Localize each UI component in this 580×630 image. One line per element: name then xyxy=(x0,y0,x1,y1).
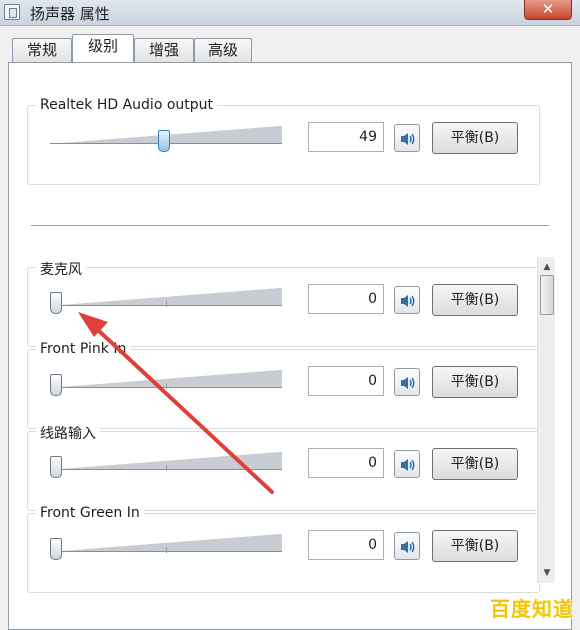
scroll-up-arrow[interactable]: ▲ xyxy=(538,259,556,275)
window-title: 扬声器 属性 xyxy=(30,5,110,23)
front-pink-in-balance-button[interactable]: 平衡(B) xyxy=(432,366,518,398)
front-pink-in-mute-button[interactable] xyxy=(394,368,420,396)
input-label: Front Pink In xyxy=(36,341,131,357)
tab-enhancements[interactable]: 增强 xyxy=(134,38,194,62)
scroll-down-arrow[interactable]: ▼ xyxy=(538,565,556,581)
levels-panel: Realtek HD Audio output 49 平衡(B) 麦克风 0 平… xyxy=(8,62,572,630)
microphone-balance-button[interactable]: 平衡(B) xyxy=(432,284,518,316)
line-in-slider-thumb[interactable] xyxy=(50,456,62,478)
input-label: Front Green In xyxy=(36,505,144,521)
input-label: 线路输入 xyxy=(36,423,100,443)
input-group-microphone: 麦克风 0 平衡(B) xyxy=(27,259,540,347)
slider-tick xyxy=(166,465,167,471)
microphone-mute-button[interactable] xyxy=(394,286,420,314)
inputs-scrollbar[interactable]: ▲ ▼ xyxy=(537,257,555,583)
main-output-slider-thumb[interactable] xyxy=(157,130,170,152)
input-group-front-pink-in: Front Pink In 0 平衡(B) xyxy=(27,341,540,429)
front-pink-in-slider-thumb[interactable] xyxy=(50,374,62,396)
main-output-balance-button[interactable]: 平衡(B) xyxy=(432,122,518,154)
front-green-in-mute-button[interactable] xyxy=(394,532,420,560)
input-group-line-in: 线路输入 0 平衡(B) xyxy=(27,423,540,511)
main-output-mute-button[interactable] xyxy=(394,124,420,152)
microphone-slider-thumb[interactable] xyxy=(50,292,62,314)
tab-label: 增强 xyxy=(148,41,179,59)
scroll-thumb[interactable] xyxy=(540,275,554,315)
tab-label: 高级 xyxy=(207,41,238,59)
speaker-volume-icon xyxy=(401,459,415,471)
front-green-in-slider-thumb[interactable] xyxy=(50,538,62,560)
tab-advanced[interactable]: 高级 xyxy=(194,38,252,62)
tab-label: 级别 xyxy=(87,37,118,55)
front-green-in-value-field[interactable]: 0 xyxy=(308,530,384,560)
main-output-value-field[interactable]: 49 xyxy=(308,122,384,152)
input-label: 麦克风 xyxy=(36,259,86,279)
front-pink-in-value-field[interactable]: 0 xyxy=(308,366,384,396)
main-output-group: Realtek HD Audio output 49 平衡(B) xyxy=(27,97,540,185)
tab-levels[interactable]: 级别 xyxy=(72,34,134,62)
slider-tick xyxy=(166,301,167,307)
line-in-mute-button[interactable] xyxy=(394,450,420,478)
tab-label: 常规 xyxy=(26,41,57,59)
title-bar: 扬声器 属性 ✕ xyxy=(0,0,580,26)
watermark-logo: 百度知道 xyxy=(490,597,574,621)
section-separator xyxy=(31,225,549,226)
close-button[interactable]: ✕ xyxy=(524,0,572,20)
line-in-value-field[interactable]: 0 xyxy=(308,448,384,478)
speaker-volume-icon xyxy=(401,377,415,389)
speaker-volume-icon xyxy=(401,295,415,307)
tab-general[interactable]: 常规 xyxy=(12,38,72,62)
speaker-volume-icon xyxy=(401,133,415,145)
front-green-in-balance-button[interactable]: 平衡(B) xyxy=(432,530,518,562)
slider-tick xyxy=(166,383,167,389)
line-in-balance-button[interactable]: 平衡(B) xyxy=(432,448,518,480)
microphone-value-field[interactable]: 0 xyxy=(308,284,384,314)
main-output-label: Realtek HD Audio output xyxy=(36,97,218,113)
speaker-properties-icon xyxy=(4,4,20,20)
input-group-front-green-in: Front Green In 0 平衡(B) xyxy=(27,505,540,593)
speaker-volume-icon xyxy=(401,541,415,553)
slider-tick xyxy=(166,547,167,553)
